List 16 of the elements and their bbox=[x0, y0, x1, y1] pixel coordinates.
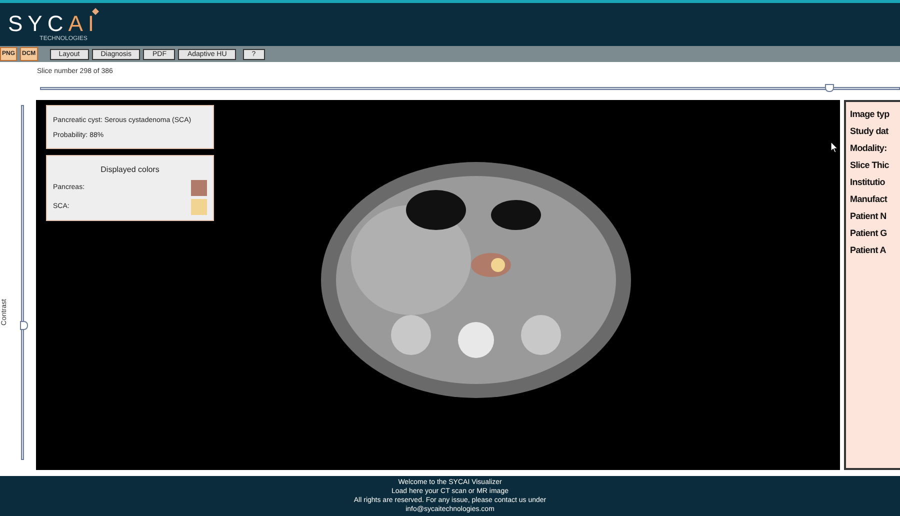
logo-text: SYC bbox=[8, 12, 68, 36]
field-label: Patient A bbox=[850, 244, 887, 257]
field-label: Manufact bbox=[850, 193, 888, 206]
diamond-icon bbox=[92, 8, 100, 15]
slider-thumb[interactable] bbox=[825, 84, 834, 92]
field-label: Slice Thic bbox=[850, 159, 890, 172]
field-label: Patient G bbox=[850, 227, 888, 240]
field-label: Institutio bbox=[850, 176, 886, 189]
logo-accent-text: AI bbox=[68, 12, 100, 36]
legend-title: Displayed colors bbox=[100, 164, 160, 176]
slider-thumb[interactable] bbox=[20, 320, 28, 330]
field-label: Image typ bbox=[850, 108, 890, 121]
slice-slider-track[interactable] bbox=[40, 87, 900, 90]
field-label: Study dat bbox=[850, 125, 890, 138]
field-label: Patient N bbox=[850, 210, 888, 223]
field-label: Modality: bbox=[850, 142, 888, 155]
